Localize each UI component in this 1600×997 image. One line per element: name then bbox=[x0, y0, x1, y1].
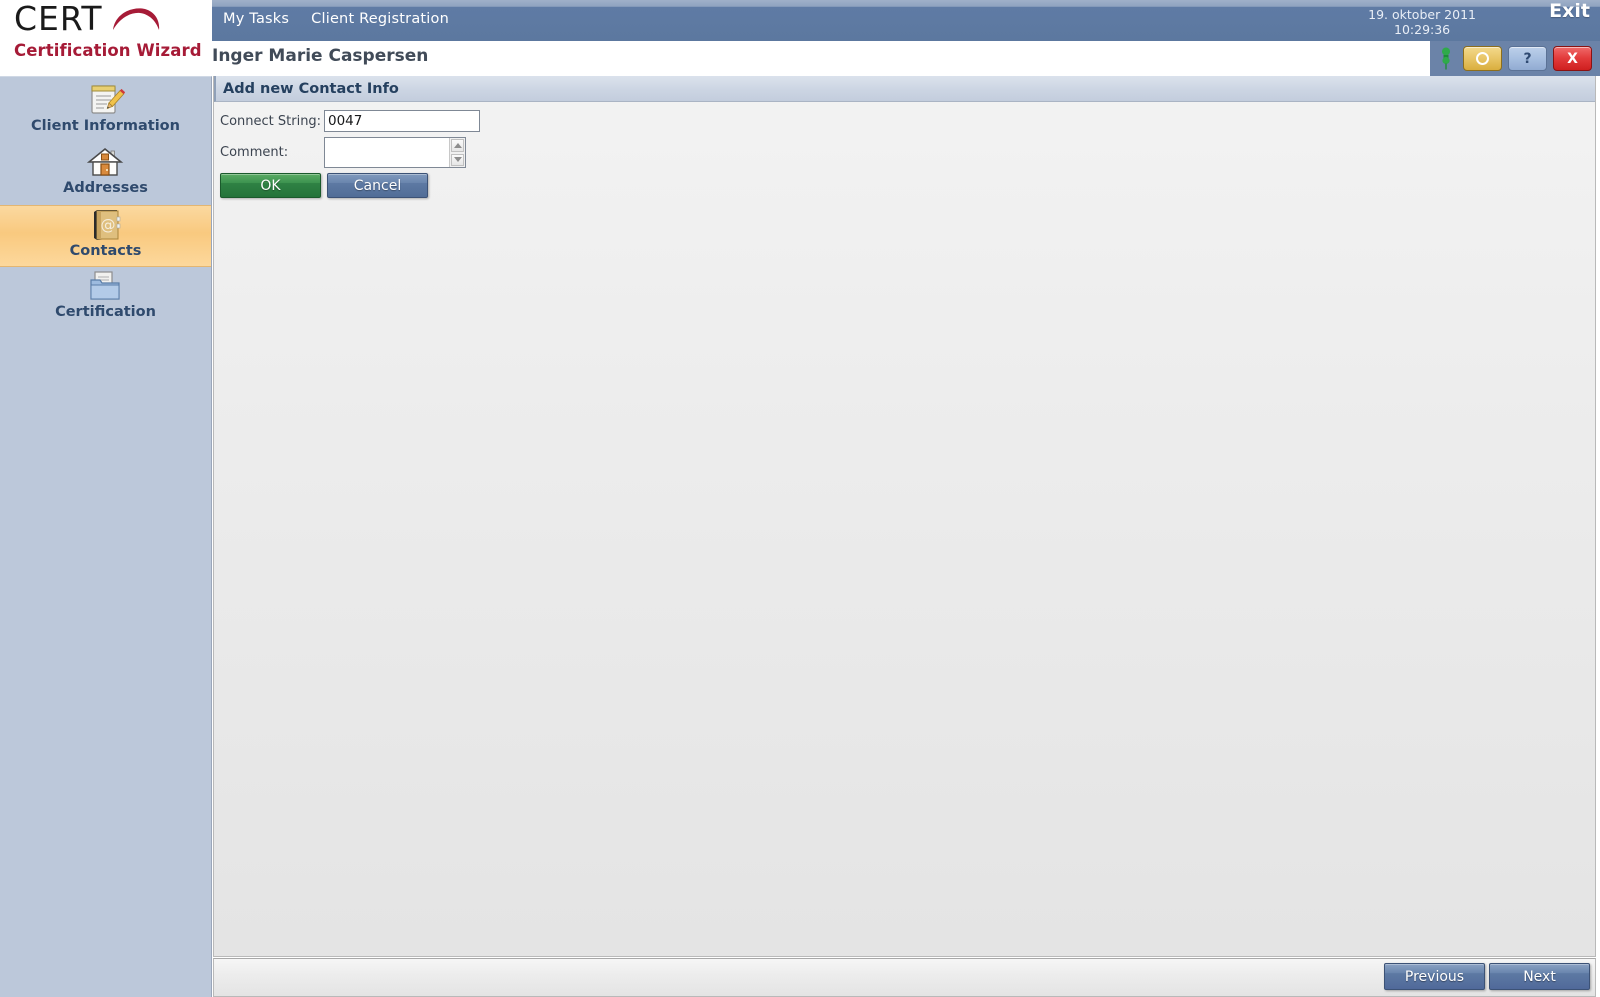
panel-title-bar: Add new Contact Info bbox=[214, 76, 1595, 102]
current-date: 19. oktober 2011 bbox=[1368, 7, 1476, 22]
sidebar-item-label: Addresses bbox=[63, 180, 148, 196]
close-button[interactable]: X bbox=[1553, 46, 1592, 71]
nav-item-client-registration[interactable]: Client Registration bbox=[308, 10, 452, 28]
footer-bar: Previous Next bbox=[213, 958, 1596, 997]
logo-swoosh-icon bbox=[112, 8, 159, 30]
logo-row: CERT bbox=[14, 2, 161, 36]
add-contact-form: Connect String: Comment: bbox=[214, 102, 1595, 198]
chevron-down-icon bbox=[453, 157, 462, 163]
nav-item-list: My Tasks Client Registration bbox=[220, 10, 452, 28]
exit-link[interactable]: Exit bbox=[1549, 0, 1590, 22]
comment-input-wrapper bbox=[324, 137, 466, 168]
folder-document-icon bbox=[87, 269, 125, 303]
main-content-panel: Add new Contact Info Connect String: Com… bbox=[213, 76, 1596, 957]
ok-button[interactable]: OK bbox=[220, 173, 321, 198]
datetime-display: 19. oktober 2011 10:29:36 bbox=[1368, 7, 1476, 37]
client-name: Inger Marie Caspersen bbox=[212, 46, 429, 66]
next-button[interactable]: Next bbox=[1489, 963, 1590, 990]
logo-wordmark: CERT bbox=[14, 0, 103, 38]
comment-input[interactable] bbox=[325, 138, 449, 167]
notepad-pencil-icon bbox=[87, 83, 125, 117]
top-navigation-bar: My Tasks Client Registration 19. oktober… bbox=[212, 0, 1600, 41]
scroll-up-button[interactable] bbox=[451, 139, 464, 152]
options-button[interactable] bbox=[1463, 46, 1502, 71]
address-book-at-icon: @ bbox=[87, 208, 125, 242]
comment-scrollbar[interactable] bbox=[449, 138, 465, 167]
page-title: Add new Contact Info bbox=[223, 80, 399, 97]
form-button-row: OK Cancel bbox=[220, 173, 1595, 198]
sidebar-item-label: Contacts bbox=[69, 243, 142, 259]
comment-row: Comment: bbox=[220, 137, 1595, 168]
nav-item-my-tasks[interactable]: My Tasks bbox=[220, 10, 292, 28]
connect-string-label: Connect String: bbox=[220, 113, 322, 129]
client-name-bar: Inger Marie Caspersen bbox=[212, 41, 1430, 76]
wizard-navigation-buttons: Previous Next bbox=[1384, 963, 1590, 990]
sidebar-item-certification[interactable]: Certification bbox=[0, 267, 211, 329]
chevron-up-icon bbox=[453, 142, 462, 148]
brand-logo-block: CERT Certification Wizard bbox=[0, 0, 212, 76]
help-button[interactable]: ? bbox=[1508, 46, 1547, 71]
sidebar-navigation: Client Information Addresses @ Contacts … bbox=[0, 76, 212, 997]
window-toolbar: ? X bbox=[1430, 41, 1600, 76]
application-window: CERT Certification Wizard My Tasks Clien… bbox=[0, 0, 1600, 997]
logo-subtitle: Certification Wizard bbox=[14, 41, 202, 60]
scroll-down-button[interactable] bbox=[451, 153, 464, 166]
house-icon bbox=[86, 145, 125, 179]
sidebar-item-label: Certification bbox=[55, 304, 156, 320]
connect-string-input[interactable] bbox=[324, 110, 480, 132]
sidebar-item-client-information[interactable]: Client Information bbox=[0, 81, 211, 143]
comment-label: Comment: bbox=[220, 145, 289, 160]
sidebar-item-addresses[interactable]: Addresses bbox=[0, 143, 211, 205]
connect-string-row: Connect String: bbox=[220, 110, 1595, 132]
sidebar-item-label: Client Information bbox=[31, 118, 180, 134]
svg-text:@: @ bbox=[100, 216, 115, 234]
circle-icon bbox=[1476, 52, 1489, 65]
sidebar-item-contacts[interactable]: @ Contacts bbox=[0, 205, 211, 267]
cancel-button[interactable]: Cancel bbox=[327, 173, 428, 198]
current-time: 10:29:36 bbox=[1394, 22, 1451, 37]
previous-button[interactable]: Previous bbox=[1384, 963, 1485, 990]
pushpin-icon[interactable] bbox=[1437, 47, 1455, 71]
